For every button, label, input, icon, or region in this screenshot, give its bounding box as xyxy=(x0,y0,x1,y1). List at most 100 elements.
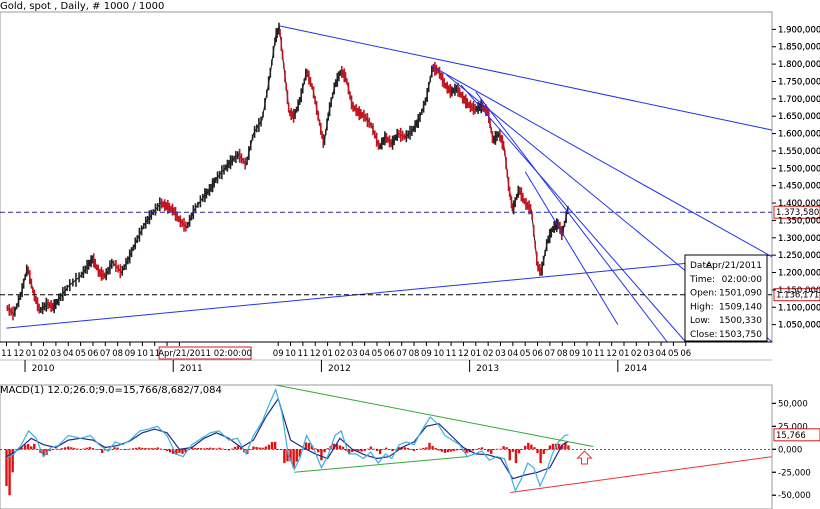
macd-histogram-bar xyxy=(54,448,58,450)
macd-histogram-bar xyxy=(459,449,462,451)
price-y-tick-label: 1.900,000 xyxy=(778,25,820,35)
macd-histogram-bar xyxy=(406,447,410,450)
month-tick-label: 01 xyxy=(619,349,630,359)
macd-histogram-bar xyxy=(338,445,342,450)
macd-histogram-bar xyxy=(202,448,206,450)
month-tick-label: 07 xyxy=(396,349,407,359)
tooltip-value: 1509,140 xyxy=(719,302,762,312)
macd-histogram-bar xyxy=(280,449,283,450)
tooltip-key: High: xyxy=(690,302,714,312)
macd-histogram-bar xyxy=(446,449,450,453)
macd-histogram-bar xyxy=(431,445,434,450)
month-tick-label: 01 xyxy=(26,349,37,359)
macd-histogram-bar xyxy=(261,447,264,450)
macd-histogram-bar xyxy=(326,448,329,450)
macd-histogram-bar xyxy=(536,449,539,454)
cursor-date-label: Apr/21/2011 02:00:00 xyxy=(158,349,252,359)
month-tick-label: 06 xyxy=(532,349,543,359)
macd-histogram-bar xyxy=(415,449,419,450)
month-tick-label: 07 xyxy=(544,349,555,359)
macd-histogram-bar xyxy=(79,449,82,450)
macd-histogram-bar xyxy=(471,449,474,451)
price-y-tick-label: 1.300,000 xyxy=(778,234,820,244)
macd-histogram-bar xyxy=(496,448,499,450)
month-tick-label: 04 xyxy=(656,349,667,359)
macd-pane: 50,00025,0000,000-25,000-50,00015,766 MA… xyxy=(0,384,820,509)
macd-histogram-bar xyxy=(181,449,184,454)
macd-plot-frame xyxy=(0,384,773,509)
ohlc-tooltip: Date:Apr/21/2011Time: 02:00:00Open: 1501,0… xyxy=(684,254,768,342)
macd-histogram-bar xyxy=(369,446,373,450)
macd-histogram-bar xyxy=(255,447,258,450)
macd-histogram-bar xyxy=(542,449,545,454)
macd-histogram-bar xyxy=(36,449,39,450)
macd-histogram-bar xyxy=(551,443,555,450)
macd-histogram-bar xyxy=(545,449,549,451)
macd-histogram-bar xyxy=(82,448,85,450)
macd-histogram-bar xyxy=(363,449,366,451)
macd-histogram-bar xyxy=(499,448,502,450)
macd-histogram-bar xyxy=(428,442,431,450)
macd-histogram-bar xyxy=(138,447,141,450)
macd-histogram-bar xyxy=(366,448,369,450)
macd-histogram-bar xyxy=(486,449,490,452)
month-tick-label: 02 xyxy=(38,349,49,359)
macd-histogram-bar xyxy=(5,449,8,487)
macd-histogram-bar xyxy=(403,447,406,450)
macd-histogram-bar xyxy=(168,449,172,453)
macd-histogram-bar xyxy=(60,448,64,450)
month-tick-label: 06 xyxy=(88,349,99,359)
month-tick-label: 11 xyxy=(297,349,308,359)
month-tick-label: 09 xyxy=(421,349,432,359)
macd-histogram-bar xyxy=(264,446,268,450)
tooltip-key: Close: xyxy=(690,330,718,340)
macd-histogram-bar xyxy=(249,449,252,451)
macd-histogram-bar xyxy=(224,449,227,450)
month-tick-label: 05 xyxy=(75,349,86,359)
month-tick-label: 03 xyxy=(50,349,61,359)
price-y-tick-label: 1.800,000 xyxy=(778,60,820,70)
macd-histogram-bar xyxy=(483,449,487,450)
macd-histogram-bar xyxy=(162,449,166,450)
price-y-tick-label: 1.050,000 xyxy=(778,321,820,331)
macd-histogram-bar xyxy=(391,449,394,452)
macd-y-tick-label: -25,000 xyxy=(778,468,811,478)
macd-histogram-bar xyxy=(493,449,496,451)
macd-histogram-bar xyxy=(128,448,132,450)
macd-histogram-bar xyxy=(131,448,135,450)
macd-histogram-bar xyxy=(375,449,379,451)
macd-histogram-bar xyxy=(517,449,521,454)
macd-histogram-bar xyxy=(385,447,388,450)
month-tick-label: 05 xyxy=(668,349,679,359)
macd-histogram-bar xyxy=(33,443,36,450)
macd-histogram-bar xyxy=(539,449,542,464)
macd-histogram-bar xyxy=(134,447,138,450)
macd-histogram-bar xyxy=(85,447,88,450)
macd-histogram-bar xyxy=(30,446,33,450)
price-y-tick-label: 1.650,000 xyxy=(778,112,820,122)
macd-histogram-bar xyxy=(199,448,203,450)
month-tick-label: 09 xyxy=(125,349,136,359)
macd-histogram-bar xyxy=(533,447,536,450)
macd-histogram-bar xyxy=(524,445,527,450)
macd-histogram-bar xyxy=(520,449,524,451)
month-tick-label: 05 xyxy=(520,349,531,359)
month-tick-label: 10 xyxy=(433,349,444,359)
month-tick-label: 02 xyxy=(631,349,642,359)
macd-histogram-bar xyxy=(567,445,570,450)
macd-histogram-bar xyxy=(548,445,552,450)
month-tick-label: 07 xyxy=(100,349,111,359)
macd-histogram-bar xyxy=(381,448,385,450)
year-label: 2014 xyxy=(624,364,647,374)
price-y-tick-label: 1.850,000 xyxy=(778,43,820,53)
macd-histogram-bar xyxy=(443,449,447,453)
macd-histogram-bar xyxy=(258,447,261,450)
tooltip-value: Apr/21/2011 xyxy=(706,261,762,271)
macd-histogram-bar xyxy=(317,449,320,453)
price-y-tick-label: 1.150,000 xyxy=(778,286,820,296)
macd-histogram-bar xyxy=(94,448,98,450)
macd-histogram-bar xyxy=(209,447,212,450)
month-tick-label: 08 xyxy=(409,349,420,359)
macd-histogram-bar xyxy=(388,449,391,450)
macd-histogram-bar xyxy=(273,441,277,450)
